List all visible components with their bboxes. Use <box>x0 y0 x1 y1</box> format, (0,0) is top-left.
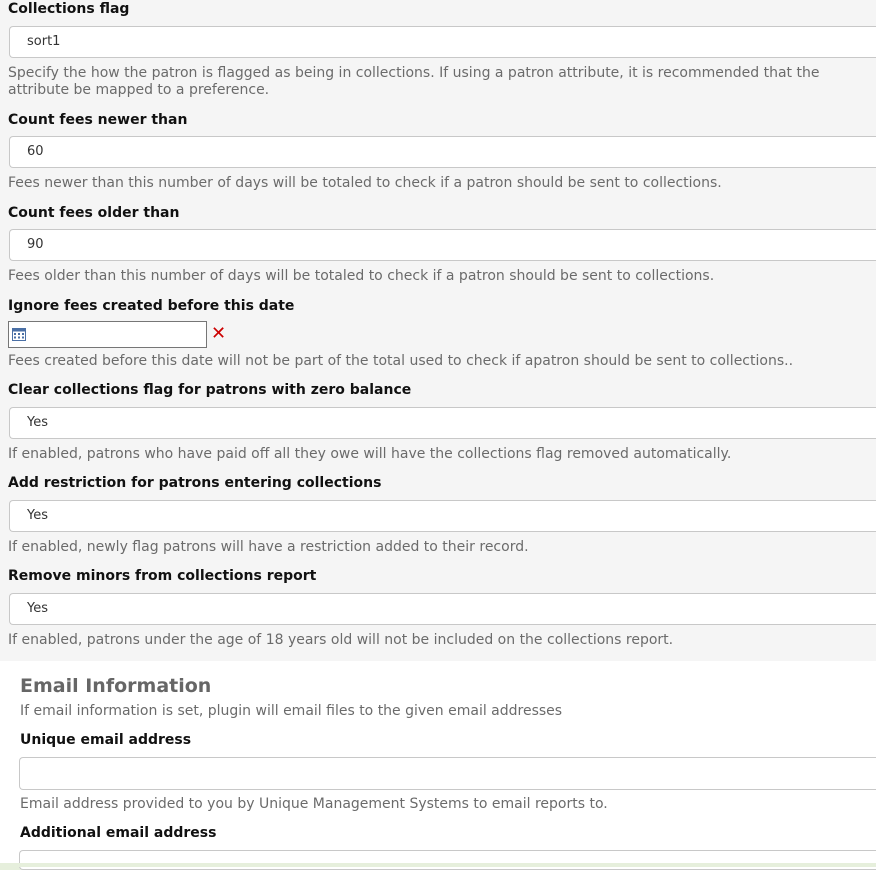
email-section-title: Email Information <box>20 675 212 697</box>
count-fees-newer-help: Fees newer than this number of days will… <box>8 175 722 191</box>
remove-minors-select[interactable]: Yes <box>9 593 876 625</box>
unique-email-label: Unique email address <box>20 732 192 748</box>
clear-flag-zero-balance-select[interactable]: Yes <box>9 407 876 439</box>
calendar-icon[interactable] <box>12 328 26 341</box>
email-section-description: If email information is set, plugin will… <box>20 703 563 719</box>
collections-flag-label: Collections flag <box>8 1 130 17</box>
unique-email-input[interactable] <box>19 757 876 790</box>
count-fees-older-label: Count fees older than <box>8 205 180 221</box>
collections-flag-help: Specify the how the patron is flagged as… <box>8 65 820 98</box>
count-fees-newer-input[interactable]: 60 <box>9 136 876 168</box>
additional-email-input[interactable] <box>19 850 876 870</box>
plugin-configuration-panel: Collections flag sort1 Specify the how t… <box>0 0 876 870</box>
ignore-fees-date-label: Ignore fees created before this date <box>8 298 295 314</box>
unique-email-help: Email address provided to you by Unique … <box>20 796 608 812</box>
add-restriction-select[interactable]: Yes <box>9 500 876 532</box>
count-fees-older-help: Fees older than this number of days will… <box>8 268 715 284</box>
count-fees-older-input[interactable]: 90 <box>9 229 876 261</box>
remove-minors-help: If enabled, patrons under the age of 18 … <box>8 632 674 648</box>
clear-flag-zero-balance-help: If enabled, patrons who have paid off al… <box>8 446 732 462</box>
collections-flag-select[interactable]: sort1 <box>9 26 876 58</box>
clear-flag-zero-balance-label: Clear collections flag for patrons with … <box>8 382 412 398</box>
ignore-fees-date-help: Fees created before this date will not b… <box>8 353 794 369</box>
page-bottom-strip <box>0 863 876 867</box>
add-restriction-help: If enabled, newly flag patrons will have… <box>8 539 529 555</box>
add-restriction-label: Add restriction for patrons entering col… <box>8 475 382 491</box>
remove-minors-label: Remove minors from collections report <box>8 568 317 584</box>
clear-x-icon[interactable]: ✕ <box>211 325 227 343</box>
collections-settings: Collections flag sort1 Specify the how t… <box>0 0 876 661</box>
ignore-fees-date-input[interactable] <box>8 321 207 348</box>
count-fees-newer-label: Count fees newer than <box>8 112 188 128</box>
additional-email-label: Additional email address <box>20 825 217 841</box>
